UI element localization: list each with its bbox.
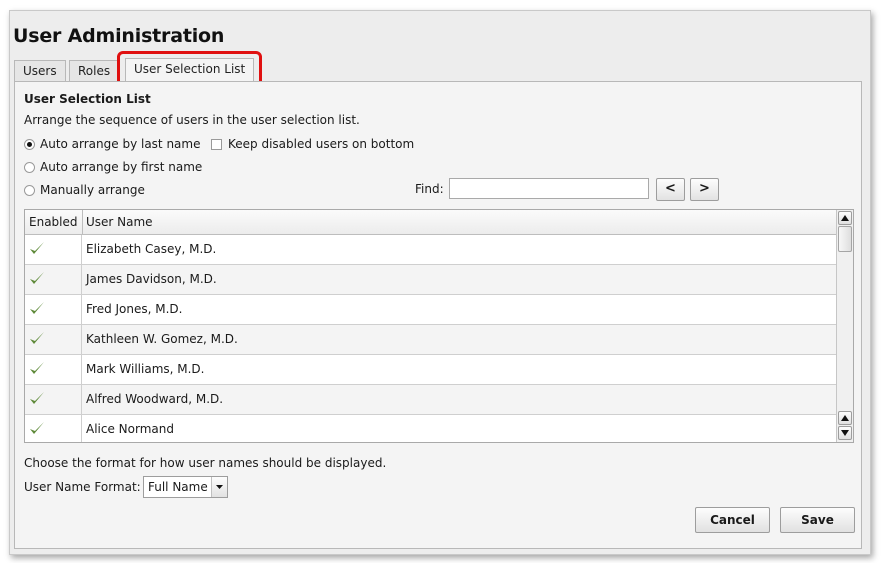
radio-button[interactable] [24,184,35,196]
radio-manually-arrange[interactable]: Manually arrange [24,183,145,197]
user-administration-window: User Administration Users Roles User Sel… [9,10,871,555]
grid-scrollbar[interactable] [836,210,853,442]
scroll-up-button[interactable] [838,211,852,225]
check-icon [30,272,44,284]
scroll-thumb[interactable] [838,226,852,252]
tab-users[interactable]: Users [14,60,66,81]
user-name-cell: Mark Williams, M.D. [86,362,205,376]
check-icon [30,392,44,404]
radio-auto-last-name[interactable]: Auto arrange by last name [24,137,200,151]
find-next-button[interactable]: > [690,178,719,201]
check-icon [30,302,44,314]
enabled-cell[interactable] [25,265,82,294]
enabled-cell[interactable] [25,325,82,354]
table-row[interactable]: Alice Normand [25,415,836,442]
user-selection-list-panel: User Selection List Arrange the sequence… [14,81,862,549]
grid-header: Enabled User Name [25,210,836,235]
user-name-cell: Elizabeth Casey, M.D. [86,242,217,256]
radio-label: Auto arrange by last name [40,137,201,151]
user-name-cell: Fred Jones, M.D. [86,302,183,316]
user-grid: Enabled User Name Elizabeth Casey, M.D. J… [24,209,854,443]
enabled-cell[interactable] [25,235,82,264]
arrow-up-icon [841,415,849,421]
check-icon [30,332,44,344]
user-name-format-value: Full Name [148,480,208,494]
user-name-format-select[interactable]: Full Name [143,476,228,498]
user-name-cell: Kathleen W. Gomez, M.D. [86,332,238,346]
enabled-cell[interactable] [25,355,82,384]
cancel-button[interactable]: Cancel [695,507,770,533]
table-row[interactable]: James Davidson, M.D. [25,265,836,295]
table-row[interactable]: Elizabeth Casey, M.D. [25,235,836,265]
enabled-cell[interactable] [25,415,82,442]
page-title: User Administration [13,25,225,47]
check-icon [30,422,44,434]
keep-disabled-label: Keep disabled users on bottom [228,137,415,151]
arrow-up-icon [841,215,849,221]
dropdown-arrow[interactable] [211,477,227,497]
find-previous-button[interactable]: < [656,178,685,201]
find-input[interactable] [449,178,649,199]
column-header-enabled[interactable]: Enabled [25,210,83,234]
check-icon [30,242,44,254]
format-description: Choose the format for how user names sho… [24,456,387,470]
arrange-description: Arrange the sequence of users in the use… [24,113,360,127]
scroll-down-button[interactable] [838,426,852,440]
table-row[interactable]: Mark Williams, M.D. [25,355,836,385]
user-name-cell: Alfred Woodward, M.D. [86,392,224,406]
keep-disabled-checkbox[interactable] [211,138,222,150]
table-row[interactable]: Kathleen W. Gomez, M.D. [25,325,836,355]
format-label: User Name Format: [24,480,141,494]
table-row[interactable]: Fred Jones, M.D. [25,295,836,325]
radio-button[interactable] [24,161,35,173]
chevron-down-icon [216,485,223,489]
tab-roles[interactable]: Roles [69,60,120,81]
radio-label: Auto arrange by first name [40,160,203,174]
enabled-cell[interactable] [25,385,82,414]
grid-rows: Elizabeth Casey, M.D. James Davidson, M.D… [25,235,836,442]
column-header-user-name[interactable]: User Name [82,210,153,234]
table-row[interactable]: Alfred Woodward, M.D. [25,385,836,415]
find-label: Find: [415,182,444,196]
radio-auto-first-name[interactable]: Auto arrange by first name [24,160,202,174]
radio-button[interactable] [24,138,35,150]
keep-disabled-checkbox-row[interactable]: Keep disabled users on bottom [211,137,414,151]
scroll-up-button-lower[interactable] [838,411,852,425]
user-name-cell: James Davidson, M.D. [86,272,217,286]
user-name-cell: Alice Normand [86,422,174,436]
enabled-cell[interactable] [25,295,82,324]
check-icon [30,362,44,374]
section-title: User Selection List [24,92,151,106]
arrow-down-icon [841,430,849,436]
tab-user-selection-list[interactable]: User Selection List [125,58,255,81]
radio-label: Manually arrange [40,183,145,197]
save-button[interactable]: Save [780,507,855,533]
